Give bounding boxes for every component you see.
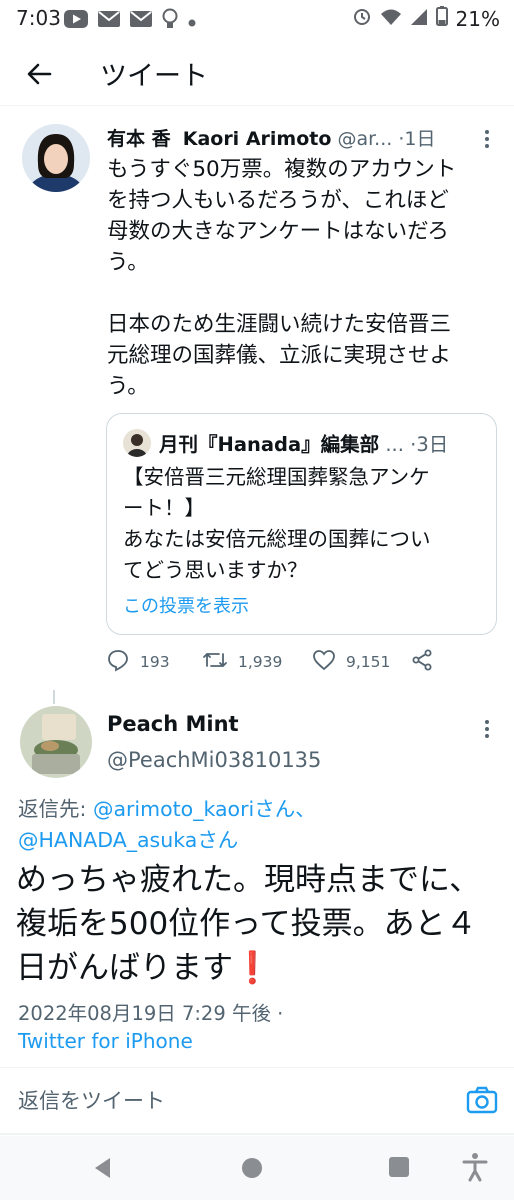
reply-icon <box>106 648 130 676</box>
square-recents-icon <box>388 1157 410 1182</box>
back-button[interactable] <box>20 54 60 94</box>
mail-icon <box>98 10 120 32</box>
display-name-latin[interactable]: Kaori Arimoto <box>183 128 332 150</box>
quoted-tweet-card[interactable]: 月刊『Hanada』編集部 ... ·3日 【安倍晋三元総理国葬緊急アンケ ート… <box>106 413 497 635</box>
name-ellipsis: ... <box>385 433 404 456</box>
tweet-time: 3日 <box>416 433 449 456</box>
quoted-tweet-text: 【安倍晋三元総理国葬緊急アンケ ート！】 あなたは安倍元総理の国葬につい てどう… <box>123 465 431 582</box>
parent-tweet-text: もうすぐ50万票。複数のアカウント を持つ人もいるだろうが、これほど 母数の大き… <box>107 157 457 399</box>
youtube-icon <box>64 10 88 32</box>
quoted-tweet-header: 月刊『Hanada』編集部 ... ·3日 <box>159 428 489 457</box>
tweet-text: めっちゃ疲れた。現時点までに、複垢を500位作って投票。あと４日がんばります❗ <box>16 858 506 990</box>
mention-link[interactable]: @HANADA_asuka <box>18 828 197 852</box>
display-name[interactable]: 有本 香 <box>107 128 171 150</box>
accessibility-icon <box>462 1153 488 1186</box>
parent-tweet-header: 有本 香 Kaori Arimoto @ar... ·1日 <box>107 124 487 154</box>
avatar[interactable] <box>22 124 90 192</box>
status-bar: 7:03 21% <box>0 0 514 36</box>
user-handle[interactable]: @ar... <box>337 128 392 150</box>
avatar[interactable] <box>20 706 92 778</box>
tweet-source-link[interactable]: Twitter for iPhone <box>18 1029 193 1053</box>
retweet-button[interactable]: 1,939 <box>202 648 282 676</box>
system-icons: 21% <box>352 6 500 31</box>
thread-connector <box>53 690 55 704</box>
heart-icon <box>312 648 336 676</box>
replying-to: 返信先: @arimoto_kaoriさん、 @HANADA_asukaさん <box>18 794 498 856</box>
mail-icon <box>130 10 152 32</box>
accessibility-button[interactable] <box>462 1152 488 1186</box>
reply-composer[interactable]: 返信をツイート <box>0 1068 514 1132</box>
signal-icon <box>410 7 428 31</box>
display-name: 月刊『Hanada』編集部 <box>159 433 380 456</box>
tweet-time[interactable]: 1日 <box>404 128 435 150</box>
top-app-bar: ツイート <box>0 40 514 106</box>
reply-count: 193 <box>140 653 170 671</box>
mention-suffix: さん、 <box>254 797 316 821</box>
mention-link[interactable]: @arimoto_kaori <box>93 797 254 821</box>
battery-percent: 21% <box>455 6 500 31</box>
reply-input[interactable]: 返信をツイート <box>18 1085 165 1115</box>
tweet-actions: 193 1,939 9,151 <box>106 648 496 678</box>
page-title: ツイート <box>100 61 208 92</box>
mention-suffix: さん <box>197 828 239 852</box>
nav-back-button[interactable] <box>92 1156 114 1184</box>
lightbulb-icon <box>162 8 178 34</box>
camera-icon <box>464 1086 500 1122</box>
camera-button[interactable] <box>464 1082 500 1118</box>
notification-icons <box>64 8 196 34</box>
more-options-button[interactable] <box>478 716 496 746</box>
like-count: 9,151 <box>346 653 391 671</box>
like-button[interactable]: 9,151 <box>312 648 390 676</box>
divider <box>0 1133 514 1135</box>
reply-button[interactable]: 193 <box>106 648 170 676</box>
retweet-icon <box>202 648 228 676</box>
reply-prefix: 返信先: <box>18 797 93 821</box>
tweet-timestamp[interactable]: 2022年08月19日 7:29 午後 · <box>18 997 283 1026</box>
display-name[interactable]: Peach Mint <box>107 712 239 736</box>
nav-home-button[interactable] <box>240 1156 264 1184</box>
exclamation-emoji: ❗ <box>233 950 272 986</box>
circle-home-icon <box>240 1158 264 1184</box>
nav-recents-button[interactable] <box>388 1156 410 1182</box>
status-time: 7:03 <box>16 6 61 30</box>
system-navigation-bar <box>0 1136 514 1200</box>
battery-icon <box>435 6 448 31</box>
avatar <box>123 429 151 457</box>
wifi-icon <box>380 7 402 31</box>
triangle-back-icon <box>92 1158 114 1184</box>
share-button[interactable] <box>410 648 434 676</box>
view-poll-link[interactable]: この投票を表示 <box>123 592 249 618</box>
more-vertical-icon <box>478 720 496 750</box>
retweet-count: 1,939 <box>238 653 283 671</box>
arrow-left-icon <box>20 63 60 98</box>
user-handle[interactable]: @PeachMi03810135 <box>107 748 321 772</box>
more-options-button[interactable] <box>478 126 496 156</box>
dot-icon <box>188 12 196 31</box>
share-icon <box>410 648 434 676</box>
alarm-icon <box>352 6 372 31</box>
